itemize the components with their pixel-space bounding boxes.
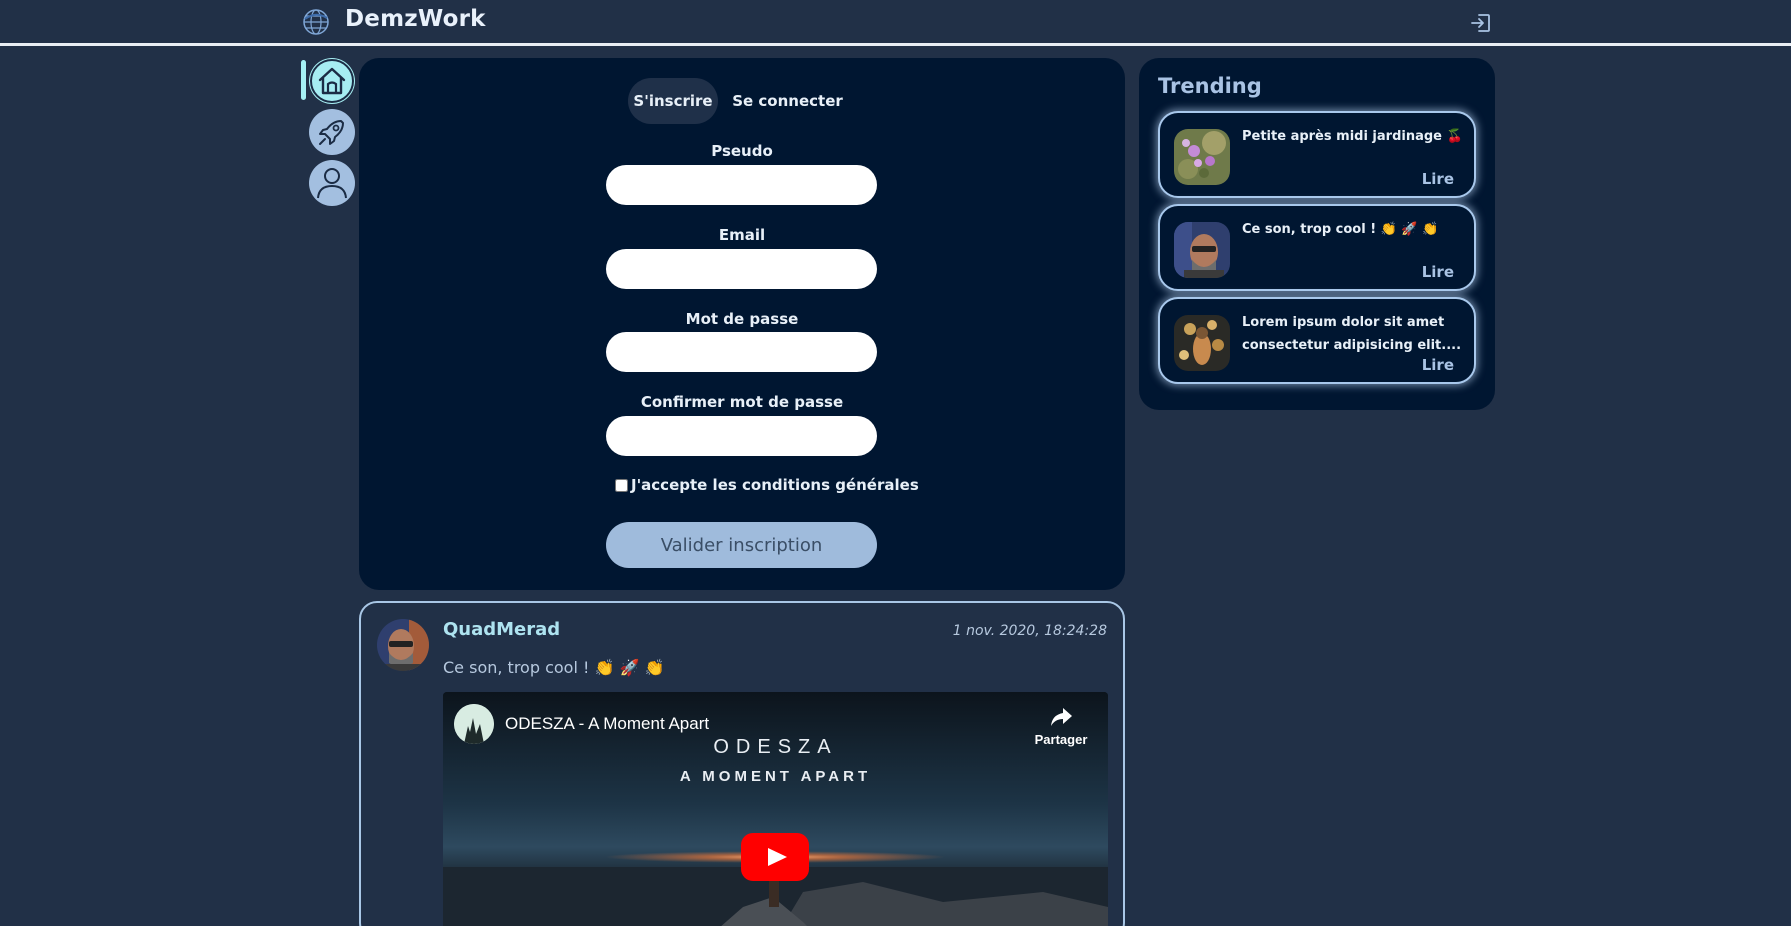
password-input[interactable] <box>606 332 877 372</box>
tab-login[interactable]: Se connecter <box>725 78 850 124</box>
home-icon <box>310 59 354 103</box>
trending-title: Trending <box>1158 74 1262 98</box>
email-input[interactable] <box>606 249 877 289</box>
tab-signup[interactable]: S'inscrire <box>628 78 718 124</box>
trending-read-link[interactable]: Lire <box>1422 263 1454 281</box>
post-text: Ce son, trop cool ! 👏 🚀 👏 <box>443 658 665 677</box>
trending-item[interactable]: Lorem ipsum dolor sit amet consectetur a… <box>1158 297 1476 384</box>
post-author[interactable]: QuadMerad <box>443 619 560 640</box>
nav-explore-button[interactable] <box>309 109 355 155</box>
nav-home-button[interactable] <box>309 58 355 104</box>
user-icon <box>317 168 347 199</box>
globe-logo-icon[interactable] <box>301 7 331 37</box>
post-date: 1 nov. 2020, 18:24:28 <box>952 623 1107 639</box>
pseudo-label: Pseudo <box>711 142 773 160</box>
post-card: QuadMerad 1 nov. 2020, 18:24:28 Ce son, … <box>359 601 1125 926</box>
video-embed[interactable]: ODESZA - A Moment Apart Partager ODESZA … <box>443 692 1108 926</box>
avatar[interactable] <box>377 619 429 671</box>
confirm-password-label: Confirmer mot de passe <box>640 393 844 411</box>
confirm-password-input[interactable] <box>606 416 877 456</box>
trending-thumbnail <box>1174 315 1230 371</box>
trending-thumbnail <box>1174 129 1230 185</box>
trending-read-link[interactable]: Lire <box>1422 170 1454 188</box>
trending-item-text: Lorem ipsum dolor sit amet consectetur a… <box>1242 315 1462 353</box>
trending-thumbnail <box>1174 222 1230 278</box>
password-label: Mot de passe <box>685 310 799 328</box>
trending-item[interactable]: Ce son, trop cool ! 👏 🚀 👏 Lire <box>1158 204 1476 291</box>
youtube-play-icon[interactable] <box>741 833 809 881</box>
nav-active-indicator <box>301 60 306 100</box>
email-label: Email <box>718 226 766 244</box>
video-title[interactable]: ODESZA - A Moment Apart <box>505 714 709 734</box>
rocket-icon <box>319 120 344 145</box>
trending-panel: Trending Petite après midi jardinage 🍒 L… <box>1139 58 1495 410</box>
video-overlay-title: ODESZA <box>713 736 838 758</box>
pseudo-input[interactable] <box>606 165 877 205</box>
video-overlay-subtitle: A MOMENT APART <box>679 768 872 785</box>
trending-item-text: Ce son, trop cool ! 👏 🚀 👏 <box>1242 222 1439 237</box>
terms-label: J'accepte les conditions générales <box>631 476 919 494</box>
logout-icon[interactable] <box>1470 12 1492 34</box>
submit-signup-button[interactable]: Valider inscription <box>606 522 877 568</box>
share-icon <box>1051 708 1072 726</box>
trending-read-link[interactable]: Lire <box>1422 356 1454 374</box>
brand-name[interactable]: DemzWork <box>345 6 486 32</box>
trending-item-text: Petite après midi jardinage 🍒 <box>1242 129 1463 144</box>
signup-card: S'inscrire Se connecter Pseudo Email Mot… <box>359 58 1125 590</box>
terms-row[interactable]: J'accepte les conditions générales <box>615 476 919 494</box>
top-bar: DemzWork <box>0 0 1791 46</box>
trending-item[interactable]: Petite après midi jardinage 🍒 Lire <box>1158 111 1476 198</box>
nav-profile-button[interactable] <box>309 160 355 206</box>
terms-checkbox[interactable] <box>615 478 628 492</box>
